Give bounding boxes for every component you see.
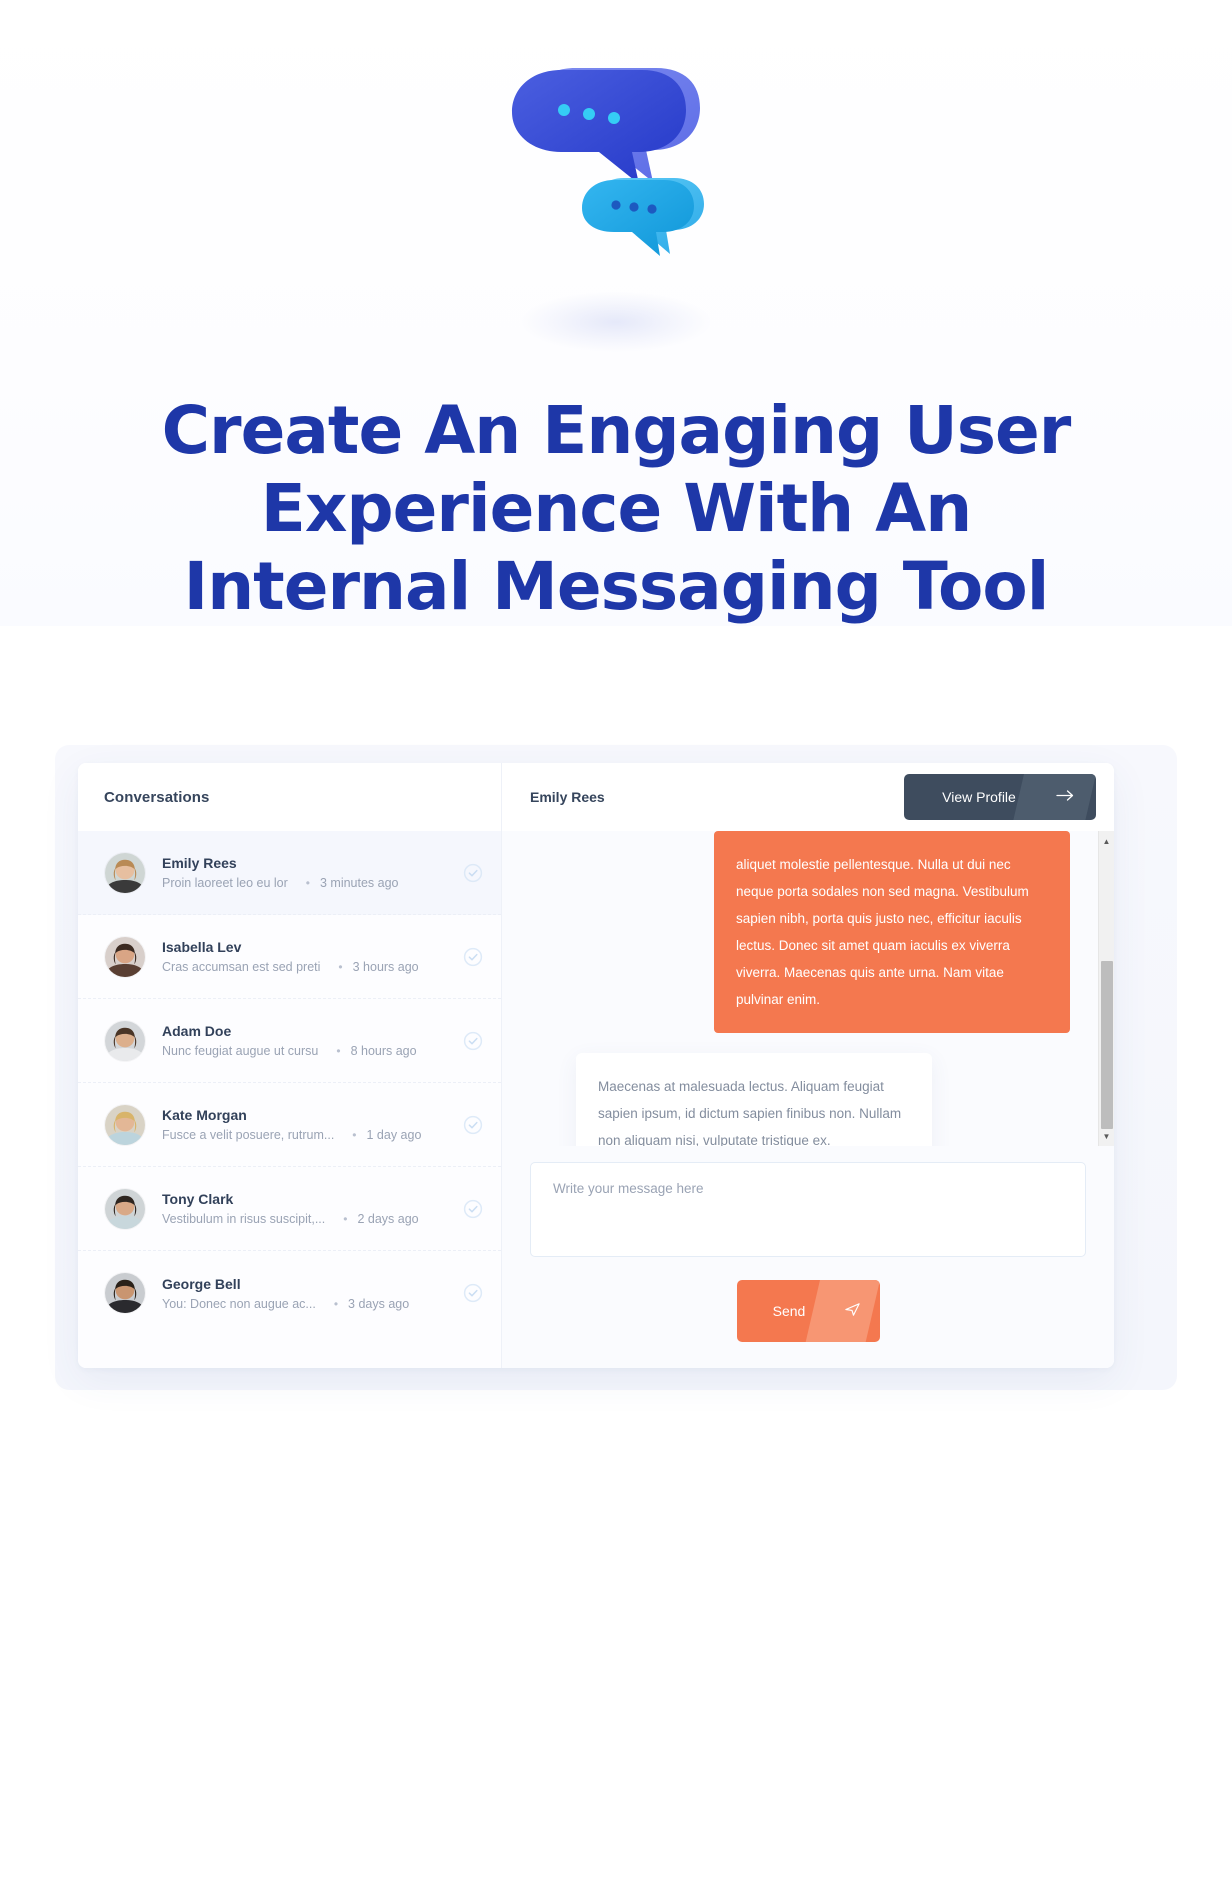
conversation-snippet: Nunc feugiat augue ut cursu (162, 1044, 319, 1058)
message-composer: Send (502, 1146, 1114, 1368)
conversation-meta: Nunc feugiat augue ut cursu • 8 hours ag… (162, 1044, 451, 1058)
conversation-snippet: Cras accumsan est sed preti (162, 960, 321, 974)
avatar (104, 851, 146, 894)
message-bubble: aliquet molestie pellentesque. Nulla ut … (714, 831, 1070, 1033)
conversation-meta: Proin laoreet leo eu lor • 3 minutes ago (162, 876, 451, 890)
message-bubble: Maecenas at malesuada lectus. Aliquam fe… (576, 1053, 932, 1146)
conversation-snippet: Vestibulum in risus suscipit,... (162, 1212, 326, 1226)
chat-header: Emily Rees View Profile (502, 763, 1114, 831)
conversation-name: Tony Clark (162, 1191, 234, 1207)
conversation-list-item[interactable]: Adam Doe Nunc feugiat augue ut cursu • 8… (78, 999, 501, 1083)
scrollbar-thumb[interactable] (1101, 961, 1113, 1129)
message-list: aliquet molestie pellentesque. Nulla ut … (502, 831, 1098, 1146)
send-row: Send (530, 1280, 1086, 1342)
conversation-name: Kate Morgan (162, 1107, 247, 1123)
messaging-app-card: Conversations Emily Rees Proin laoreet l… (78, 763, 1114, 1368)
arrow-right-icon (1056, 790, 1074, 805)
separator-dot: • (333, 1296, 339, 1311)
check-circle-icon[interactable] (463, 1199, 483, 1219)
conversation-text: Adam Doe Nunc feugiat augue ut cursu • 8… (162, 1023, 451, 1058)
conversation-list: Emily Rees Proin laoreet leo eu lor • 3 … (78, 831, 501, 1368)
hero-section: Create An Engaging User Experience With … (0, 0, 1232, 626)
conversation-snippet: You: Donec non augue ac... (162, 1296, 316, 1311)
sidebar-title: Conversations (104, 788, 210, 806)
conversation-list-item[interactable]: George Bell You: Donec non augue ac... •… (78, 1251, 501, 1335)
conversation-snippet: Fusce a velit posuere, rutrum... (162, 1128, 335, 1142)
separator-dot: • (352, 1128, 357, 1142)
separator-dot: • (305, 876, 310, 890)
separator-dot: • (343, 1212, 348, 1226)
check-circle-icon[interactable] (463, 1031, 483, 1051)
headline-line-2: Experience With An (260, 469, 972, 547)
messages-scroll-region: aliquet molestie pellentesque. Nulla ut … (502, 831, 1114, 1146)
conversations-sidebar: Conversations Emily Rees Proin laoreet l… (78, 763, 502, 1368)
conversation-meta: Cras accumsan est sed preti • 3 hours ag… (162, 960, 451, 974)
sidebar-header: Conversations (78, 763, 501, 831)
conversation-list-item[interactable]: Emily Rees Proin laoreet leo eu lor • 3 … (78, 831, 501, 915)
conversation-snippet: Proin laoreet leo eu lor (162, 876, 288, 890)
conversation-list-item[interactable]: Kate Morgan Fusce a velit posuere, rutru… (78, 1083, 501, 1167)
avatar (104, 1019, 146, 1062)
conversation-name: Isabella Lev (162, 939, 242, 955)
conversation-name: Emily Rees (162, 855, 237, 871)
message-row-sent: aliquet molestie pellentesque. Nulla ut … (530, 831, 1070, 1033)
check-circle-icon[interactable] (463, 947, 483, 967)
conversation-meta: Fusce a velit posuere, rutrum... • 1 day… (162, 1128, 451, 1142)
conversation-timestamp: 3 days ago (348, 1296, 410, 1311)
conversation-text: Kate Morgan Fusce a velit posuere, rutru… (162, 1107, 451, 1142)
message-input[interactable] (530, 1162, 1086, 1257)
conversation-timestamp: 3 minutes ago (319, 876, 399, 890)
conversation-name: Adam Doe (162, 1023, 232, 1039)
conversation-name: George Bell (162, 1275, 241, 1292)
avatar (104, 1187, 146, 1230)
conversation-list-item[interactable]: Tony Clark Vestibulum in risus suscipit,… (78, 1167, 501, 1251)
headline-line-1: Create An Engaging User (161, 392, 1072, 469)
hero-illustration-wrap (0, 60, 1232, 352)
separator-dot: • (338, 960, 343, 974)
conversation-text: Isabella Lev Cras accumsan est sed preti… (162, 939, 451, 974)
conversation-timestamp: 3 hours ago (352, 960, 419, 974)
conversation-list-item[interactable]: Isabella Lev Cras accumsan est sed preti… (78, 915, 501, 999)
chat-contact-name: Emily Rees (530, 789, 605, 805)
check-circle-icon[interactable] (463, 863, 483, 883)
avatar (104, 1103, 146, 1146)
chat-panel: Emily Rees View Profile aliquet molestie… (502, 763, 1114, 1368)
avatar (104, 1272, 146, 1314)
send-button[interactable]: Send (736, 1280, 880, 1342)
chat-bubbles-3d-icon (512, 68, 704, 256)
conversation-text: George Bell You: Donec non augue ac... •… (162, 1276, 451, 1311)
conversation-timestamp: 1 day ago (366, 1128, 422, 1142)
app-mockup-backdrop: Conversations Emily Rees Proin laoreet l… (55, 745, 1177, 1390)
scroll-down-arrow-icon[interactable]: ▼ (1099, 1128, 1114, 1144)
page-title: Create An Engaging User Experience With … (0, 392, 1232, 626)
message-row-received: Maecenas at malesuada lectus. Aliquam fe… (530, 1053, 1070, 1146)
view-profile-button[interactable]: View Profile (904, 774, 1096, 820)
separator-dot: • (336, 1044, 341, 1058)
check-circle-icon[interactable] (463, 1283, 483, 1303)
scroll-up-arrow-icon[interactable]: ▲ (1099, 833, 1114, 849)
avatar (104, 935, 146, 978)
headline-line-3: Internal Messaging Tool (183, 547, 1050, 625)
check-circle-icon[interactable] (463, 1115, 483, 1135)
conversation-text: Emily Rees Proin laoreet leo eu lor • 3 … (162, 855, 451, 890)
chat-scrollbar[interactable]: ▲ ▼ (1098, 831, 1114, 1146)
conversation-text: Tony Clark Vestibulum in risus suscipit,… (162, 1191, 451, 1226)
conversation-meta: Vestibulum in risus suscipit,... • 2 day… (162, 1212, 451, 1226)
send-paper-plane-icon (843, 1300, 862, 1322)
conversation-meta: You: Donec non augue ac... • 3 days ago (162, 1297, 451, 1311)
conversation-timestamp: 2 days ago (357, 1212, 419, 1226)
conversation-timestamp: 8 hours ago (350, 1044, 417, 1058)
